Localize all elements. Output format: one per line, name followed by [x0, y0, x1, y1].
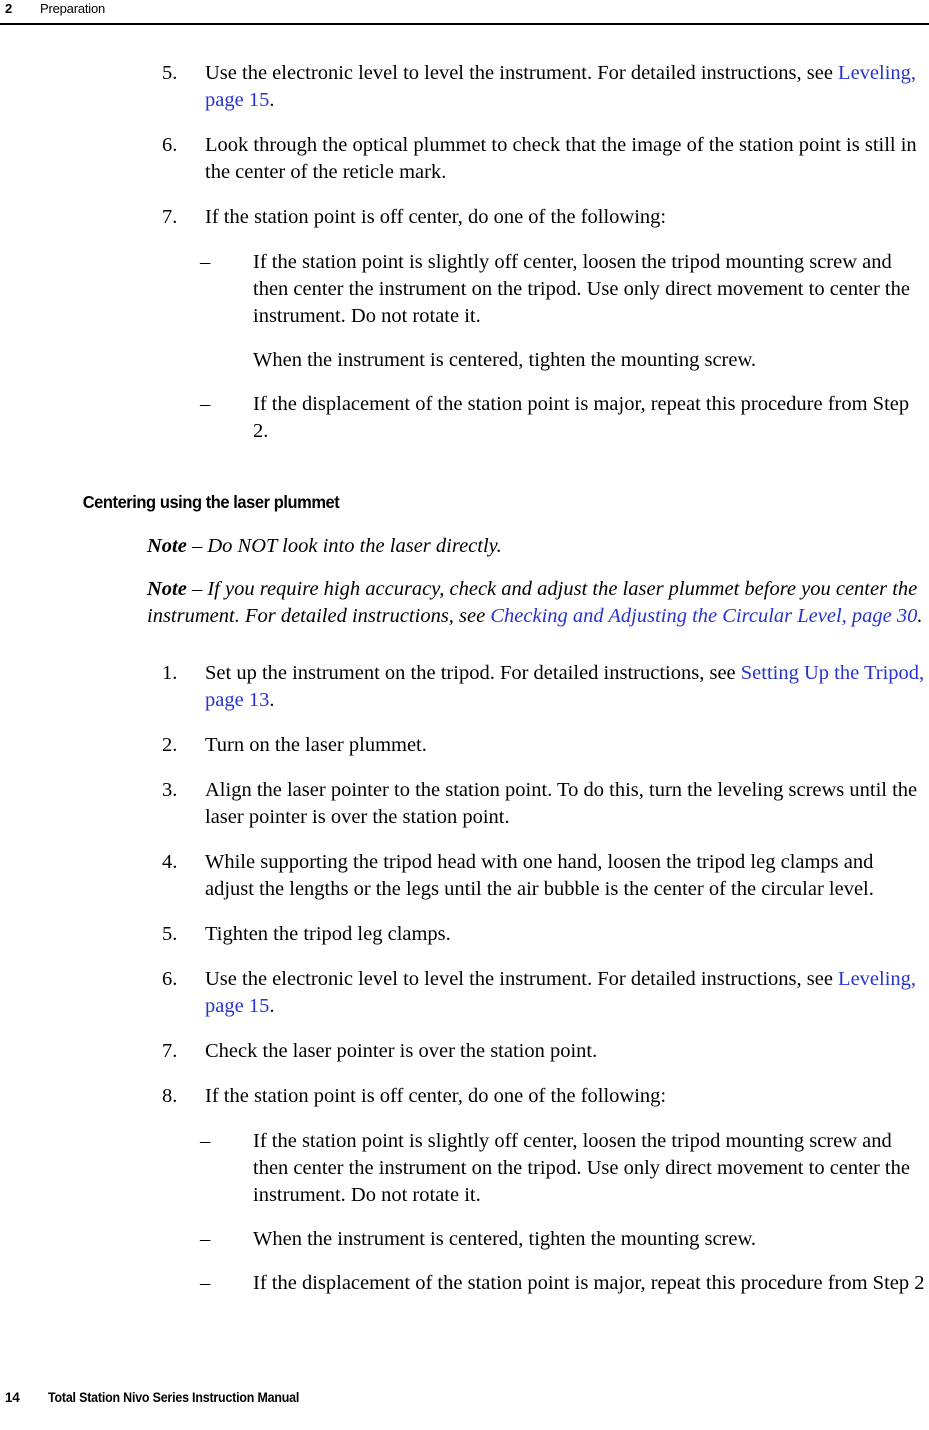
sub-list-item: – If the displacement of the station poi… [0, 391, 929, 445]
list-marker: 7. [162, 206, 178, 228]
sub-list-continuation-text: When the instrument is centered, tighten… [253, 349, 757, 371]
chapter-number: 2 [5, 1, 13, 16]
list-item: 5. Tighten the tripod leg clamps. [0, 921, 929, 948]
list-item-text: Align the laser pointer to the station p… [205, 779, 918, 828]
list-marker: 5. [162, 923, 178, 945]
page-header: 2 Preparation [0, 0, 929, 25]
sub-list-item: – If the station point is slightly off c… [0, 1128, 929, 1209]
list-item-text: Look through the optical plummet to chec… [205, 134, 917, 183]
list-item: 5. Use the electronic level to level the… [0, 60, 929, 114]
list-marker: 2. [162, 734, 178, 756]
list-item-text: Set up the instrument on the tripod. For… [205, 662, 741, 684]
sub-list-item-text: If the displacement of the station point… [253, 1272, 925, 1294]
list-item-text: If the station point is off center, do o… [205, 1085, 667, 1107]
notes-spacer [0, 646, 929, 660]
document-page: 2 Preparation 5. Use the electronic leve… [0, 0, 929, 1430]
list-item-text-tail: . [269, 89, 275, 111]
dash-bullet-icon: – [200, 1228, 211, 1250]
list-item-text: While supporting the tripod head with on… [205, 851, 874, 900]
sub-list-item-text: If the station point is slightly off cen… [253, 1130, 910, 1206]
list-item: 4. While supporting the tripod head with… [0, 849, 929, 903]
page-footer: 14 Total Station Nivo Series Instruction… [0, 1390, 929, 1412]
list-item-text-tail: . [269, 995, 275, 1017]
note-paragraph: Note – If you require high accuracy, che… [0, 576, 929, 630]
list-marker: 1. [162, 662, 178, 684]
list-marker: 5. [162, 62, 178, 84]
note-separator: – [186, 535, 208, 557]
page-number: 14 [5, 1390, 20, 1405]
chapter-title: Preparation [40, 1, 106, 16]
note-label: Note [147, 578, 187, 600]
sub-list-continuation: When the instrument is centered, tighten… [0, 347, 929, 374]
list-item-text: Use the electronic level to level the in… [205, 62, 839, 84]
sub-list-item: – When the instrument is centered, tight… [0, 1226, 929, 1253]
note-separator: – [186, 578, 208, 600]
top-numbered-list: 5. Use the electronic level to level the… [0, 60, 929, 445]
sub-list-item-text: If the displacement of the station point… [253, 393, 910, 442]
list-item: 7. Check the laser pointer is over the s… [0, 1038, 929, 1065]
list-marker: 4. [162, 851, 178, 873]
note-label: Note [147, 535, 187, 557]
list-item: 2. Turn on the laser plummet. [0, 732, 929, 759]
list-item: 8. If the station point is off center, d… [0, 1083, 929, 1110]
dash-bullet-icon: – [200, 1272, 211, 1294]
list-marker: 6. [162, 134, 178, 156]
main-numbered-list: 1. Set up the instrument on the tripod. … [0, 660, 929, 1297]
page-content: 5. Use the electronic level to level the… [0, 60, 929, 1314]
dash-bullet-icon: – [200, 393, 211, 415]
list-item-text: If the station point is off center, do o… [205, 206, 667, 228]
list-item: 6. Look through the optical plummet to c… [0, 132, 929, 186]
sub-list-item: – If the displacement of the station poi… [0, 1270, 929, 1297]
note-paragraph: Note – Do NOT look into the laser direct… [0, 533, 929, 560]
cross-reference-link[interactable]: Checking and Adjusting the Circular Leve… [490, 605, 917, 627]
sub-list-item-text: When the instrument is centered, tighten… [253, 1228, 757, 1250]
list-marker: 6. [162, 968, 178, 990]
header-divider-rule [0, 23, 929, 25]
dash-bullet-icon: – [200, 1130, 211, 1152]
list-item: 1. Set up the instrument on the tripod. … [0, 660, 929, 714]
list-item-text: Turn on the laser plummet. [205, 734, 427, 756]
section-heading: Centering using the laser plummet [82, 492, 340, 512]
list-item-text-tail: . [269, 689, 275, 711]
note-text-tail: . [917, 605, 923, 627]
list-item: 6. Use the electronic level to level the… [0, 966, 929, 1020]
list-item-text: Check the laser pointer is over the stat… [205, 1040, 598, 1062]
list-item: 3. Align the laser pointer to the statio… [0, 777, 929, 831]
sub-list-item: – If the station point is slightly off c… [0, 249, 929, 330]
note-text: Do NOT look into the laser directly. [207, 535, 502, 557]
list-marker: 3. [162, 779, 178, 801]
dash-bullet-icon: – [200, 251, 211, 273]
document-title: Total Station Nivo Series Instruction Ma… [48, 1390, 300, 1405]
list-marker: 8. [162, 1085, 178, 1107]
list-marker: 7. [162, 1040, 178, 1062]
list-item: 7. If the station point is off center, d… [0, 204, 929, 231]
sub-list-item-text: If the station point is slightly off cen… [253, 251, 910, 327]
list-item-text: Use the electronic level to level the in… [205, 968, 839, 990]
list-item-text: Tighten the tripod leg clamps. [205, 923, 451, 945]
